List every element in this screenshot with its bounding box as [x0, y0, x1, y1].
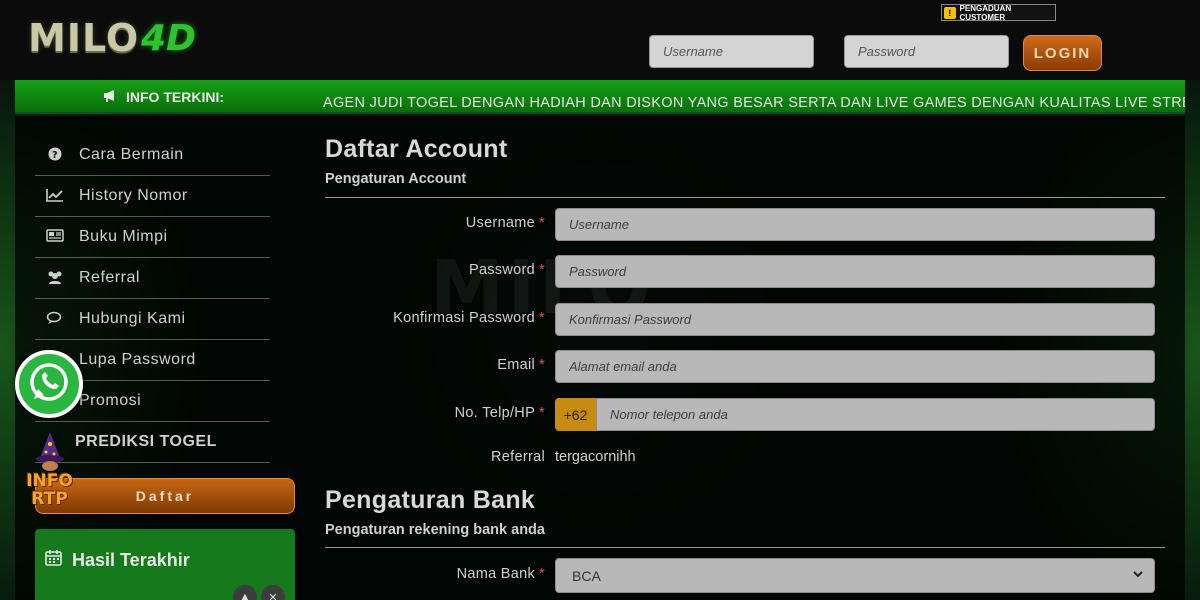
- account-subtitle: Pengaturan Account: [325, 171, 467, 187]
- sidebar-item-referral[interactable]: Referral: [35, 258, 270, 299]
- phone-country-prefix: +62: [555, 398, 596, 431]
- email-label-text: Email: [497, 357, 536, 373]
- sidebar-item-cara-bermain[interactable]: ? Cara Bermain: [35, 135, 270, 176]
- news-ticker: INFO TERKINI: AGEN JUDI TOGEL DENGAN HAD…: [15, 80, 1185, 114]
- sidebar-item-label: PREDIKSI TOGEL: [75, 433, 217, 450]
- sidebar-item-label: Referral: [79, 269, 140, 286]
- required-mark: *: [539, 310, 545, 326]
- header-username-input[interactable]: [649, 35, 814, 68]
- hasil-terakhir-panel: Hasil Terakhir ▲ ✕: [35, 529, 295, 600]
- chevron-up-icon: ▲: [239, 591, 251, 600]
- username-field[interactable]: [555, 208, 1155, 241]
- megaphone-icon: [103, 89, 118, 105]
- sidebar-item-hubungi-kami[interactable]: Hubungi Kami: [35, 299, 270, 340]
- site-logo[interactable]: MILO 4D: [28, 12, 213, 64]
- referral-label: Referral: [491, 449, 545, 465]
- whatsapp-button[interactable]: [15, 350, 83, 418]
- rtp-line2: RTP: [31, 489, 68, 509]
- account-title: Daftar Account: [325, 135, 508, 163]
- password-label: Password *: [325, 262, 545, 278]
- ticker-label-text: INFO TERKINI:: [126, 89, 224, 105]
- users-icon: [45, 270, 65, 287]
- phone-label-text: No. Telp/HP: [454, 405, 536, 421]
- alert-icon: !: [944, 6, 956, 19]
- question-circle-icon: ?: [45, 147, 65, 164]
- chat-icon: [45, 311, 65, 328]
- required-mark: *: [539, 405, 545, 421]
- sidebar-item-label: History Nomor: [79, 187, 188, 204]
- sidebar-item-label: Promosi: [79, 392, 142, 409]
- newspaper-icon: [45, 229, 65, 245]
- referral-value: tergacornihh: [555, 449, 636, 465]
- ticker-label: INFO TERKINI:: [103, 89, 224, 105]
- collapse-button[interactable]: ▲: [233, 585, 257, 600]
- logo-accent-text: 4D: [141, 17, 197, 59]
- confirm-password-label: Konfirmasi Password *: [325, 310, 545, 326]
- close-icon: ✕: [268, 591, 278, 600]
- required-mark: *: [539, 262, 545, 278]
- header-password-input[interactable]: [844, 35, 1009, 68]
- close-panel-button[interactable]: ✕: [261, 585, 285, 600]
- complaint-link[interactable]: ! PENGADUAN CUSTOMER: [941, 3, 1056, 22]
- email-label: Email *: [325, 357, 545, 373]
- username-label-text: Username: [465, 215, 536, 231]
- chevron-down-icon: [1132, 568, 1144, 583]
- sidebar-item-label: Buku Mimpi: [79, 228, 168, 245]
- login-button[interactable]: LOGIN: [1023, 35, 1102, 71]
- required-mark: *: [539, 357, 545, 373]
- account-divider: [325, 197, 1165, 198]
- sidebar-item-label: Hubungi Kami: [79, 310, 186, 327]
- bank-name-label: Nama Bank *: [325, 566, 545, 582]
- wizard-hat-icon: [35, 432, 65, 472]
- bank-divider: [325, 547, 1165, 548]
- required-mark: *: [539, 215, 545, 231]
- sidebar-item-history-nomor[interactable]: History Nomor: [35, 176, 270, 217]
- logo-main-text: MILO: [28, 16, 140, 60]
- confirm-password-label-text: Konfirmasi Password: [393, 310, 536, 326]
- required-mark: *: [539, 566, 545, 582]
- password-label-text: Password: [468, 262, 536, 278]
- confirm-password-field[interactable]: [555, 303, 1155, 336]
- info-rtp-badge[interactable]: INFO RTP: [22, 432, 77, 517]
- hasil-terakhir-label: Hasil Terakhir: [72, 549, 190, 570]
- bank-name-selected: BCA: [572, 567, 601, 584]
- username-label: Username *: [325, 215, 545, 231]
- sidebar-item-buku-mimpi[interactable]: Buku Mimpi: [35, 217, 270, 258]
- hasil-terakhir-title: Hasil Terakhir: [45, 549, 190, 571]
- bank-subtitle: Pengaturan rekening bank anda: [325, 522, 545, 538]
- password-field[interactable]: [555, 255, 1155, 288]
- bank-title: Pengaturan Bank: [325, 486, 536, 514]
- calendar-icon: [45, 549, 62, 571]
- sidebar-item-label: Lupa Password: [79, 351, 196, 368]
- rtp-line1: INFO: [26, 471, 73, 491]
- complaint-label: PENGADUAN CUSTOMER: [959, 3, 1012, 22]
- sidebar-menu: ? Cara Bermain History Nomor Buku Mimpi …: [35, 135, 270, 463]
- top-header: MILO 4D ! PENGADUAN CUSTOMER LOGIN: [0, 0, 1200, 80]
- phone-label: No. Telp/HP *: [325, 405, 545, 421]
- ticker-text: AGEN JUDI TOGEL DENGAN HADIAH DAN DISKON…: [323, 95, 1185, 111]
- line-chart-icon: [45, 188, 65, 205]
- phone-field[interactable]: [596, 398, 1155, 431]
- whatsapp-icon: [28, 361, 70, 408]
- email-field[interactable]: [555, 350, 1155, 383]
- bank-name-select[interactable]: BCA: [555, 558, 1155, 593]
- svg-text:?: ?: [52, 150, 58, 161]
- bank-name-label-text: Nama Bank: [456, 566, 536, 582]
- sidebar-item-label: Cara Bermain: [79, 146, 184, 163]
